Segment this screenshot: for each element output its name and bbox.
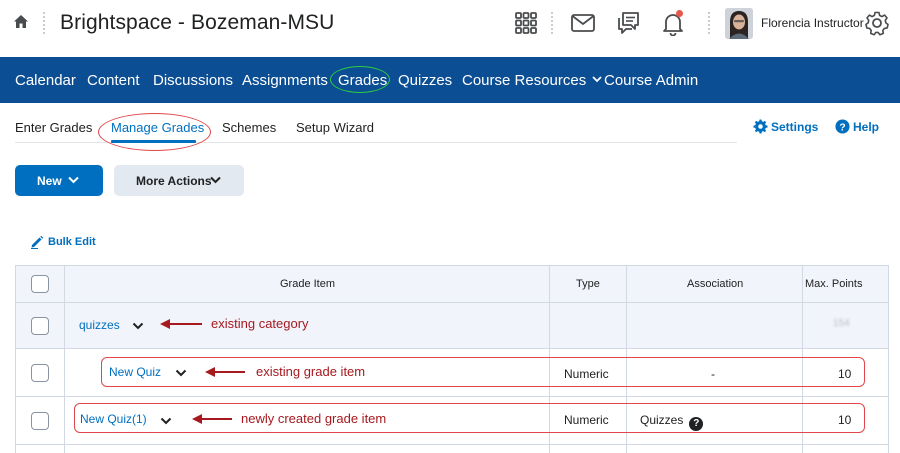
column-header-grade-item[interactable]: Grade Item <box>280 278 335 290</box>
nav-item-calendar[interactable]: Calendar <box>15 72 76 89</box>
settings-link[interactable]: Settings <box>771 120 818 134</box>
course-nav: Calendar Content Discussions Assignments… <box>0 57 900 103</box>
nav-item-assignments[interactable]: Assignments <box>242 72 328 89</box>
annotation-arrow <box>192 414 232 424</box>
annotation-existing-category: existing category <box>211 316 309 331</box>
row-checkbox[interactable] <box>31 412 49 430</box>
chat-icon[interactable] <box>615 10 641 36</box>
gear-icon[interactable] <box>864 10 890 36</box>
divider <box>551 12 553 34</box>
column-header-type[interactable]: Type <box>576 278 600 290</box>
tab-setup-wizard[interactable]: Setup Wizard <box>296 120 374 135</box>
nav-item-discussions[interactable]: Discussions <box>153 72 233 89</box>
grade-item-association: Quizzes? <box>640 413 704 431</box>
nav-item-content[interactable]: Content <box>87 72 140 89</box>
nav-item-quizzes[interactable]: Quizzes <box>398 72 452 89</box>
nav-item-label: Course Resources <box>462 72 587 89</box>
help-icon[interactable]: ? <box>835 119 850 134</box>
tab-schemes[interactable]: Schemes <box>222 120 276 135</box>
column-divider <box>64 266 65 453</box>
table-row <box>16 303 888 349</box>
more-actions-label: More Actions <box>136 174 212 188</box>
mail-icon[interactable] <box>570 10 596 36</box>
manage-grades-highlight-ring <box>98 113 211 151</box>
top-bar: Brightspace - Bozeman-MSU Florencia Inst… <box>0 0 900 57</box>
tab-enter-grades[interactable]: Enter Grades <box>15 120 92 135</box>
nav-item-course-admin[interactable]: Course Admin <box>604 72 698 89</box>
annotation-newly-created-grade-item: newly created grade item <box>241 411 387 426</box>
row-checkbox[interactable] <box>31 364 49 382</box>
column-header-association[interactable]: Association <box>687 278 743 290</box>
annotation-existing-grade-item: existing grade item <box>256 364 366 379</box>
user-name[interactable]: Florencia Instructor <box>761 16 864 30</box>
home-icon[interactable] <box>12 13 30 31</box>
annotation-arrow <box>205 367 245 377</box>
grade-item-type: Numeric <box>564 413 609 427</box>
association-label: Quizzes <box>640 413 684 427</box>
help-link[interactable]: Help <box>853 120 879 134</box>
app-title[interactable]: Brightspace - Bozeman-MSU <box>60 11 334 35</box>
annotation-arrow <box>160 319 202 329</box>
notification-badge <box>676 10 683 17</box>
chevron-down-icon[interactable] <box>160 417 172 425</box>
grade-item-max-points: 10 <box>838 367 852 381</box>
row-checkbox[interactable] <box>31 317 49 335</box>
chevron-down-icon <box>68 176 79 184</box>
chevron-down-icon <box>210 176 221 184</box>
chevron-down-icon[interactable] <box>132 322 144 330</box>
divider <box>708 12 710 34</box>
pencil-icon <box>31 235 44 249</box>
nav-item-course-resources[interactable]: Course Resources <box>462 72 602 89</box>
bulk-edit-label: Bulk Edit <box>48 236 96 248</box>
column-header-max-points[interactable]: Max. Points <box>805 278 862 290</box>
avatar[interactable] <box>725 8 753 39</box>
apps-grid-icon[interactable] <box>513 10 539 36</box>
grade-item-max-points: 10 <box>838 413 852 427</box>
settings-gear-icon[interactable] <box>753 119 768 134</box>
grade-item-link[interactable]: New Quiz(1) <box>80 412 147 426</box>
chevron-down-icon <box>592 76 602 83</box>
chevron-down-icon[interactable] <box>175 369 187 377</box>
table-header-row: Grade Item Type Association Max. Points <box>16 266 888 303</box>
grade-item-link[interactable]: New Quiz <box>109 365 161 379</box>
grade-item-type: Numeric <box>564 367 609 381</box>
new-button[interactable]: New <box>15 165 103 196</box>
new-button-label: New <box>37 174 62 188</box>
grade-item-association: - <box>711 367 715 381</box>
help-icon[interactable]: ? <box>689 417 704 431</box>
select-all-checkbox[interactable] <box>31 275 49 293</box>
category-max-points: 154 <box>833 318 850 329</box>
grades-highlight-ring <box>330 66 390 93</box>
svg-text:?: ? <box>839 122 845 133</box>
more-actions-button[interactable]: More Actions <box>114 165 244 196</box>
divider <box>43 12 45 34</box>
category-name-link[interactable]: quizzes <box>79 318 120 332</box>
